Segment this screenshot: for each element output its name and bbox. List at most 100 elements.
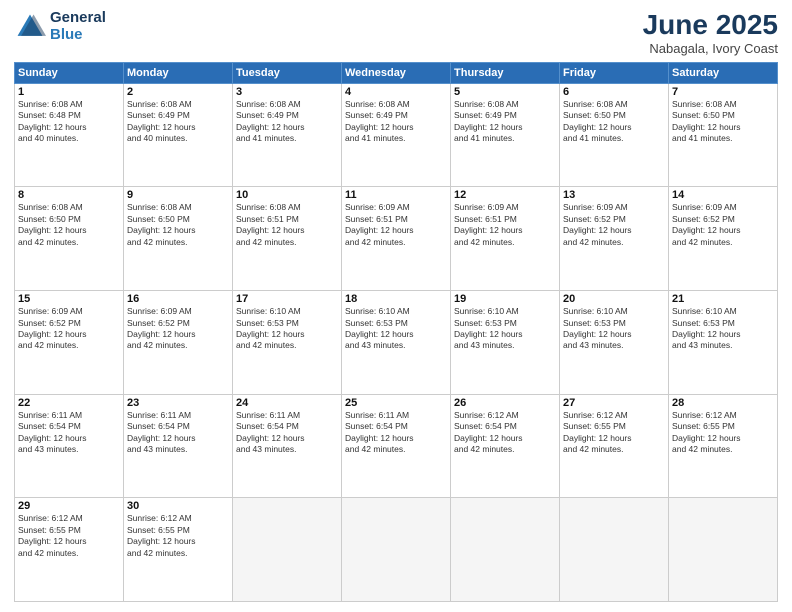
weekday-header: Monday [124,62,233,83]
day-info: Sunrise: 6:09 AMSunset: 6:51 PMDaylight:… [345,202,447,248]
weekday-header: Sunday [15,62,124,83]
calendar-week: 29Sunrise: 6:12 AMSunset: 6:55 PMDayligh… [15,498,778,602]
location: Nabagala, Ivory Coast [643,41,778,56]
title-block: June 2025 Nabagala, Ivory Coast [643,10,778,56]
calendar-day: 16Sunrise: 6:09 AMSunset: 6:52 PMDayligh… [124,291,233,395]
weekday-header: Thursday [451,62,560,83]
calendar-day: 30Sunrise: 6:12 AMSunset: 6:55 PMDayligh… [124,498,233,602]
calendar-day: 12Sunrise: 6:09 AMSunset: 6:51 PMDayligh… [451,187,560,291]
day-number: 17 [236,293,338,305]
day-number: 28 [672,397,774,409]
logo-text: General Blue [50,10,106,43]
calendar-day: 9Sunrise: 6:08 AMSunset: 6:50 PMDaylight… [124,187,233,291]
day-number: 24 [236,397,338,409]
day-number: 20 [563,293,665,305]
calendar-day: 1Sunrise: 6:08 AMSunset: 6:48 PMDaylight… [15,83,124,187]
day-number: 15 [18,293,120,305]
calendar-week: 1Sunrise: 6:08 AMSunset: 6:48 PMDaylight… [15,83,778,187]
calendar-day: 21Sunrise: 6:10 AMSunset: 6:53 PMDayligh… [669,291,778,395]
calendar-week: 15Sunrise: 6:09 AMSunset: 6:52 PMDayligh… [15,291,778,395]
calendar-day: 13Sunrise: 6:09 AMSunset: 6:52 PMDayligh… [560,187,669,291]
day-number: 7 [672,86,774,98]
day-number: 27 [563,397,665,409]
day-info: Sunrise: 6:09 AMSunset: 6:52 PMDaylight:… [18,306,120,352]
logo-blue: Blue [50,27,106,44]
calendar-day: 4Sunrise: 6:08 AMSunset: 6:49 PMDaylight… [342,83,451,187]
calendar-day [669,498,778,602]
day-info: Sunrise: 6:09 AMSunset: 6:51 PMDaylight:… [454,202,556,248]
calendar-day: 29Sunrise: 6:12 AMSunset: 6:55 PMDayligh… [15,498,124,602]
day-info: Sunrise: 6:10 AMSunset: 6:53 PMDaylight:… [454,306,556,352]
calendar-day [560,498,669,602]
calendar-week: 8Sunrise: 6:08 AMSunset: 6:50 PMDaylight… [15,187,778,291]
day-number: 5 [454,86,556,98]
day-info: Sunrise: 6:12 AMSunset: 6:55 PMDaylight:… [18,513,120,559]
day-number: 19 [454,293,556,305]
day-info: Sunrise: 6:08 AMSunset: 6:48 PMDaylight:… [18,99,120,145]
weekday-header: Friday [560,62,669,83]
logo-icon [14,11,46,43]
day-info: Sunrise: 6:09 AMSunset: 6:52 PMDaylight:… [672,202,774,248]
weekday-header: Tuesday [233,62,342,83]
calendar-day: 8Sunrise: 6:08 AMSunset: 6:50 PMDaylight… [15,187,124,291]
calendar-day: 17Sunrise: 6:10 AMSunset: 6:53 PMDayligh… [233,291,342,395]
calendar-day: 26Sunrise: 6:12 AMSunset: 6:54 PMDayligh… [451,394,560,498]
day-number: 8 [18,189,120,201]
day-number: 2 [127,86,229,98]
day-info: Sunrise: 6:10 AMSunset: 6:53 PMDaylight:… [345,306,447,352]
calendar-day: 2Sunrise: 6:08 AMSunset: 6:49 PMDaylight… [124,83,233,187]
day-info: Sunrise: 6:12 AMSunset: 6:55 PMDaylight:… [127,513,229,559]
calendar-day: 23Sunrise: 6:11 AMSunset: 6:54 PMDayligh… [124,394,233,498]
day-number: 3 [236,86,338,98]
day-number: 26 [454,397,556,409]
day-number: 13 [563,189,665,201]
day-info: Sunrise: 6:11 AMSunset: 6:54 PMDaylight:… [236,410,338,456]
day-number: 12 [454,189,556,201]
day-number: 25 [345,397,447,409]
day-info: Sunrise: 6:08 AMSunset: 6:50 PMDaylight:… [127,202,229,248]
calendar: SundayMondayTuesdayWednesdayThursdayFrid… [14,62,778,602]
day-info: Sunrise: 6:08 AMSunset: 6:50 PMDaylight:… [18,202,120,248]
day-info: Sunrise: 6:08 AMSunset: 6:49 PMDaylight:… [236,99,338,145]
day-number: 21 [672,293,774,305]
calendar-day: 7Sunrise: 6:08 AMSunset: 6:50 PMDaylight… [669,83,778,187]
calendar-day: 24Sunrise: 6:11 AMSunset: 6:54 PMDayligh… [233,394,342,498]
calendar-day: 11Sunrise: 6:09 AMSunset: 6:51 PMDayligh… [342,187,451,291]
calendar-day: 25Sunrise: 6:11 AMSunset: 6:54 PMDayligh… [342,394,451,498]
day-number: 22 [18,397,120,409]
day-info: Sunrise: 6:08 AMSunset: 6:49 PMDaylight:… [127,99,229,145]
day-info: Sunrise: 6:12 AMSunset: 6:55 PMDaylight:… [672,410,774,456]
day-info: Sunrise: 6:09 AMSunset: 6:52 PMDaylight:… [563,202,665,248]
calendar-day [342,498,451,602]
day-number: 14 [672,189,774,201]
day-info: Sunrise: 6:12 AMSunset: 6:55 PMDaylight:… [563,410,665,456]
calendar-day: 28Sunrise: 6:12 AMSunset: 6:55 PMDayligh… [669,394,778,498]
calendar-day: 22Sunrise: 6:11 AMSunset: 6:54 PMDayligh… [15,394,124,498]
day-number: 10 [236,189,338,201]
day-info: Sunrise: 6:09 AMSunset: 6:52 PMDaylight:… [127,306,229,352]
day-number: 4 [345,86,447,98]
day-info: Sunrise: 6:08 AMSunset: 6:49 PMDaylight:… [345,99,447,145]
header: General Blue June 2025 Nabagala, Ivory C… [14,10,778,56]
weekday-header: Wednesday [342,62,451,83]
day-info: Sunrise: 6:11 AMSunset: 6:54 PMDaylight:… [345,410,447,456]
calendar-day: 3Sunrise: 6:08 AMSunset: 6:49 PMDaylight… [233,83,342,187]
day-info: Sunrise: 6:11 AMSunset: 6:54 PMDaylight:… [18,410,120,456]
day-number: 16 [127,293,229,305]
logo-general: General [50,10,106,27]
day-number: 29 [18,500,120,512]
calendar-day: 10Sunrise: 6:08 AMSunset: 6:51 PMDayligh… [233,187,342,291]
day-number: 23 [127,397,229,409]
day-number: 11 [345,189,447,201]
calendar-day: 18Sunrise: 6:10 AMSunset: 6:53 PMDayligh… [342,291,451,395]
page: General Blue June 2025 Nabagala, Ivory C… [0,0,792,612]
day-info: Sunrise: 6:11 AMSunset: 6:54 PMDaylight:… [127,410,229,456]
day-info: Sunrise: 6:08 AMSunset: 6:50 PMDaylight:… [672,99,774,145]
day-info: Sunrise: 6:08 AMSunset: 6:51 PMDaylight:… [236,202,338,248]
calendar-day: 14Sunrise: 6:09 AMSunset: 6:52 PMDayligh… [669,187,778,291]
weekday-header: Saturday [669,62,778,83]
calendar-day: 6Sunrise: 6:08 AMSunset: 6:50 PMDaylight… [560,83,669,187]
logo: General Blue [14,10,106,43]
calendar-week: 22Sunrise: 6:11 AMSunset: 6:54 PMDayligh… [15,394,778,498]
day-number: 18 [345,293,447,305]
